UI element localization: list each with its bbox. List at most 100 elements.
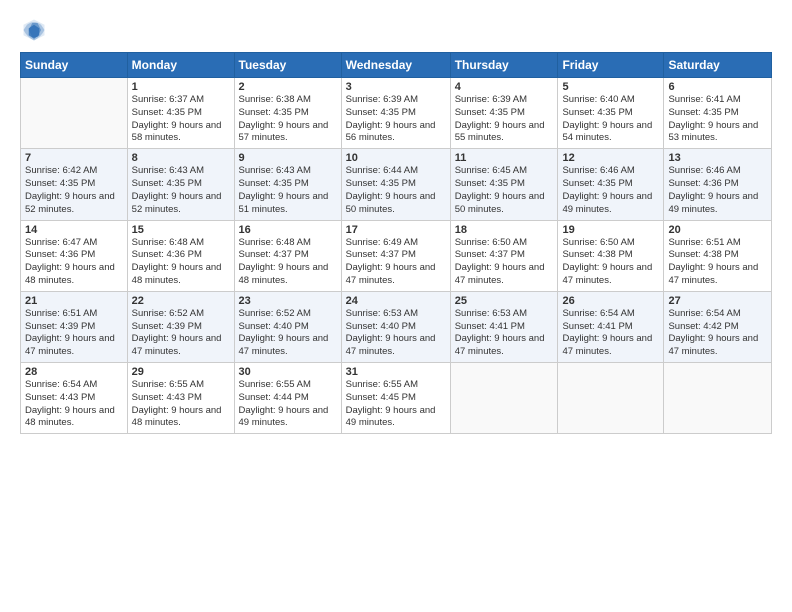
day-number: 3: [346, 81, 446, 93]
day-info: Sunrise: 6:39 AMSunset: 4:35 PMDaylight:…: [455, 94, 554, 145]
calendar-cell: 16Sunrise: 6:48 AMSunset: 4:37 PMDayligh…: [234, 220, 341, 291]
day-number: 15: [132, 224, 230, 236]
day-number: 21: [25, 295, 123, 307]
calendar-cell: 18Sunrise: 6:50 AMSunset: 4:37 PMDayligh…: [450, 220, 558, 291]
calendar-cell: 25Sunrise: 6:53 AMSunset: 4:41 PMDayligh…: [450, 291, 558, 362]
calendar-cell: 17Sunrise: 6:49 AMSunset: 4:37 PMDayligh…: [341, 220, 450, 291]
day-info: Sunrise: 6:54 AMSunset: 4:43 PMDaylight:…: [25, 379, 123, 430]
calendar-cell: 20Sunrise: 6:51 AMSunset: 4:38 PMDayligh…: [664, 220, 772, 291]
day-number: 23: [239, 295, 337, 307]
day-info: Sunrise: 6:42 AMSunset: 4:35 PMDaylight:…: [25, 165, 123, 216]
calendar-cell: 8Sunrise: 6:43 AMSunset: 4:35 PMDaylight…: [127, 149, 234, 220]
calendar-cell: 30Sunrise: 6:55 AMSunset: 4:44 PMDayligh…: [234, 363, 341, 434]
calendar-cell: 26Sunrise: 6:54 AMSunset: 4:41 PMDayligh…: [558, 291, 664, 362]
day-number: 7: [25, 152, 123, 164]
calendar-cell: 11Sunrise: 6:45 AMSunset: 4:35 PMDayligh…: [450, 149, 558, 220]
day-info: Sunrise: 6:54 AMSunset: 4:41 PMDaylight:…: [562, 308, 659, 359]
day-info: Sunrise: 6:50 AMSunset: 4:37 PMDaylight:…: [455, 237, 554, 288]
day-number: 27: [668, 295, 767, 307]
day-info: Sunrise: 6:48 AMSunset: 4:36 PMDaylight:…: [132, 237, 230, 288]
calendar-cell: [664, 363, 772, 434]
weekday-header-saturday: Saturday: [664, 53, 772, 78]
day-number: 19: [562, 224, 659, 236]
day-number: 11: [455, 152, 554, 164]
day-info: Sunrise: 6:45 AMSunset: 4:35 PMDaylight:…: [455, 165, 554, 216]
day-info: Sunrise: 6:46 AMSunset: 4:36 PMDaylight:…: [668, 165, 767, 216]
calendar-cell: 10Sunrise: 6:44 AMSunset: 4:35 PMDayligh…: [341, 149, 450, 220]
day-info: Sunrise: 6:47 AMSunset: 4:36 PMDaylight:…: [25, 237, 123, 288]
day-number: 28: [25, 366, 123, 378]
day-info: Sunrise: 6:55 AMSunset: 4:45 PMDaylight:…: [346, 379, 446, 430]
day-number: 4: [455, 81, 554, 93]
day-info: Sunrise: 6:55 AMSunset: 4:43 PMDaylight:…: [132, 379, 230, 430]
calendar-cell: [450, 363, 558, 434]
calendar-cell: 2Sunrise: 6:38 AMSunset: 4:35 PMDaylight…: [234, 78, 341, 149]
calendar-cell: 5Sunrise: 6:40 AMSunset: 4:35 PMDaylight…: [558, 78, 664, 149]
weekday-header-thursday: Thursday: [450, 53, 558, 78]
day-number: 2: [239, 81, 337, 93]
weekday-header-row: SundayMondayTuesdayWednesdayThursdayFrid…: [21, 53, 772, 78]
day-info: Sunrise: 6:49 AMSunset: 4:37 PMDaylight:…: [346, 237, 446, 288]
day-number: 5: [562, 81, 659, 93]
day-number: 6: [668, 81, 767, 93]
day-info: Sunrise: 6:44 AMSunset: 4:35 PMDaylight:…: [346, 165, 446, 216]
calendar-cell: 6Sunrise: 6:41 AMSunset: 4:35 PMDaylight…: [664, 78, 772, 149]
calendar-cell: 12Sunrise: 6:46 AMSunset: 4:35 PMDayligh…: [558, 149, 664, 220]
calendar-cell: 21Sunrise: 6:51 AMSunset: 4:39 PMDayligh…: [21, 291, 128, 362]
day-number: 16: [239, 224, 337, 236]
day-number: 29: [132, 366, 230, 378]
day-number: 30: [239, 366, 337, 378]
calendar-cell: 1Sunrise: 6:37 AMSunset: 4:35 PMDaylight…: [127, 78, 234, 149]
header: [20, 16, 772, 44]
day-info: Sunrise: 6:55 AMSunset: 4:44 PMDaylight:…: [239, 379, 337, 430]
day-info: Sunrise: 6:40 AMSunset: 4:35 PMDaylight:…: [562, 94, 659, 145]
day-info: Sunrise: 6:37 AMSunset: 4:35 PMDaylight:…: [132, 94, 230, 145]
week-row-4: 28Sunrise: 6:54 AMSunset: 4:43 PMDayligh…: [21, 363, 772, 434]
day-number: 31: [346, 366, 446, 378]
day-number: 8: [132, 152, 230, 164]
calendar-cell: 15Sunrise: 6:48 AMSunset: 4:36 PMDayligh…: [127, 220, 234, 291]
day-number: 10: [346, 152, 446, 164]
day-info: Sunrise: 6:38 AMSunset: 4:35 PMDaylight:…: [239, 94, 337, 145]
day-number: 17: [346, 224, 446, 236]
day-number: 26: [562, 295, 659, 307]
day-info: Sunrise: 6:39 AMSunset: 4:35 PMDaylight:…: [346, 94, 446, 145]
day-number: 13: [668, 152, 767, 164]
week-row-0: 1Sunrise: 6:37 AMSunset: 4:35 PMDaylight…: [21, 78, 772, 149]
calendar-cell: 19Sunrise: 6:50 AMSunset: 4:38 PMDayligh…: [558, 220, 664, 291]
day-number: 14: [25, 224, 123, 236]
day-info: Sunrise: 6:50 AMSunset: 4:38 PMDaylight:…: [562, 237, 659, 288]
day-number: 20: [668, 224, 767, 236]
weekday-header-monday: Monday: [127, 53, 234, 78]
calendar-cell: 28Sunrise: 6:54 AMSunset: 4:43 PMDayligh…: [21, 363, 128, 434]
day-info: Sunrise: 6:53 AMSunset: 4:40 PMDaylight:…: [346, 308, 446, 359]
calendar-cell: 22Sunrise: 6:52 AMSunset: 4:39 PMDayligh…: [127, 291, 234, 362]
day-info: Sunrise: 6:43 AMSunset: 4:35 PMDaylight:…: [132, 165, 230, 216]
calendar-cell: 27Sunrise: 6:54 AMSunset: 4:42 PMDayligh…: [664, 291, 772, 362]
week-row-2: 14Sunrise: 6:47 AMSunset: 4:36 PMDayligh…: [21, 220, 772, 291]
week-row-3: 21Sunrise: 6:51 AMSunset: 4:39 PMDayligh…: [21, 291, 772, 362]
day-info: Sunrise: 6:41 AMSunset: 4:35 PMDaylight:…: [668, 94, 767, 145]
day-info: Sunrise: 6:52 AMSunset: 4:39 PMDaylight:…: [132, 308, 230, 359]
week-row-1: 7Sunrise: 6:42 AMSunset: 4:35 PMDaylight…: [21, 149, 772, 220]
day-info: Sunrise: 6:48 AMSunset: 4:37 PMDaylight:…: [239, 237, 337, 288]
day-number: 22: [132, 295, 230, 307]
day-number: 25: [455, 295, 554, 307]
day-number: 9: [239, 152, 337, 164]
day-number: 12: [562, 152, 659, 164]
day-info: Sunrise: 6:53 AMSunset: 4:41 PMDaylight:…: [455, 308, 554, 359]
calendar-table: SundayMondayTuesdayWednesdayThursdayFrid…: [20, 52, 772, 434]
calendar-cell: [558, 363, 664, 434]
weekday-header-sunday: Sunday: [21, 53, 128, 78]
day-info: Sunrise: 6:51 AMSunset: 4:39 PMDaylight:…: [25, 308, 123, 359]
day-info: Sunrise: 6:43 AMSunset: 4:35 PMDaylight:…: [239, 165, 337, 216]
weekday-header-wednesday: Wednesday: [341, 53, 450, 78]
calendar-cell: 3Sunrise: 6:39 AMSunset: 4:35 PMDaylight…: [341, 78, 450, 149]
calendar-cell: 13Sunrise: 6:46 AMSunset: 4:36 PMDayligh…: [664, 149, 772, 220]
day-info: Sunrise: 6:46 AMSunset: 4:35 PMDaylight:…: [562, 165, 659, 216]
day-number: 18: [455, 224, 554, 236]
day-info: Sunrise: 6:54 AMSunset: 4:42 PMDaylight:…: [668, 308, 767, 359]
calendar-cell: [21, 78, 128, 149]
page: SundayMondayTuesdayWednesdayThursdayFrid…: [0, 0, 792, 612]
day-info: Sunrise: 6:51 AMSunset: 4:38 PMDaylight:…: [668, 237, 767, 288]
